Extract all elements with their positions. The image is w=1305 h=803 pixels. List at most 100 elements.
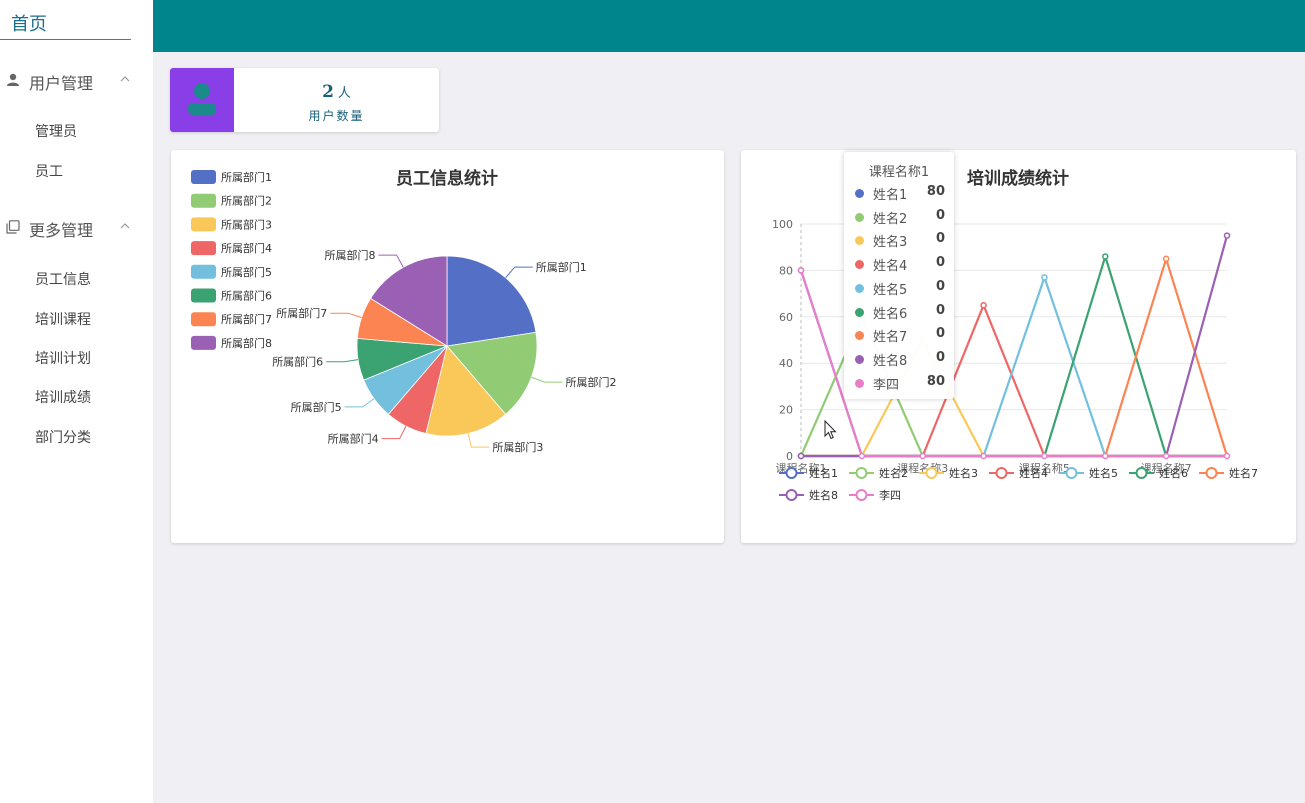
pie-slice-label: 所属部门2 <box>566 375 617 389</box>
pie-legend-swatch <box>191 193 216 208</box>
tooltip-series-dot <box>855 354 864 364</box>
sidebar-item-department[interactable]: 部门分类 <box>35 427 91 447</box>
tooltip-series-name: 姓名3 <box>873 235 908 251</box>
series-point <box>980 452 987 460</box>
sidebar-group-more-management[interactable]: 更多管理 <box>0 213 153 243</box>
pie-legend-swatch <box>191 264 216 279</box>
sidebar-item-employee[interactable]: 员工 <box>35 161 63 181</box>
employee-pie-chart: 员工信息统计 所属部门1 所属部门2 所属部门3 所属部门4 所属部门5 所属部门6 所属部… <box>191 168 617 454</box>
series-point <box>919 452 926 460</box>
user-count-label: 用户数量 <box>308 109 365 123</box>
line-legend-item[interactable]: 姓名6 <box>1129 466 1188 480</box>
line-legend-item[interactable]: 李四 <box>849 488 901 502</box>
pie-legend-label: 所属部门6 <box>221 289 272 303</box>
line-legend-item[interactable]: 姓名4 <box>989 466 1048 480</box>
tooltip-row: 姓名8 0 <box>855 350 945 369</box>
pie-legend-label: 所属部门7 <box>221 312 272 326</box>
pie-legend-item[interactable]: 所属部门1 <box>191 170 272 184</box>
pie-legend-swatch <box>191 335 216 350</box>
pie-legend-item[interactable]: 所属部门6 <box>191 288 272 303</box>
pie-label-line <box>505 266 533 279</box>
sidebar-item-employee-info[interactable]: 员工信息 <box>35 269 91 289</box>
pie-legend-item[interactable]: 所属部门7 <box>191 312 272 327</box>
pie-slice[interactable] <box>446 255 537 347</box>
tooltip-series-name: 姓名7 <box>873 330 908 346</box>
chevron-up-icon <box>120 76 130 82</box>
pie-label-line <box>381 425 407 440</box>
pie-slice-label: 所属部门4 <box>328 432 379 446</box>
tooltip-series-name: 姓名5 <box>873 282 908 298</box>
tooltip-row: 姓名6 0 <box>855 302 945 322</box>
pie-legend-label: 所属部门2 <box>221 194 272 208</box>
series-point <box>1041 274 1048 281</box>
line-legend-item[interactable]: 姓名8 <box>779 488 838 502</box>
series-point <box>1223 452 1231 460</box>
chevron-up-icon <box>120 223 130 229</box>
sidebar-item-training-course[interactable]: 培训课程 <box>35 309 91 329</box>
series-point <box>1223 232 1231 239</box>
line-legend-label: 李四 <box>879 488 901 502</box>
series-point <box>1102 452 1109 460</box>
series-point <box>797 452 805 460</box>
pie-legend-item[interactable]: 所属部门2 <box>191 193 272 208</box>
user-count-number: 2 <box>322 82 334 102</box>
tooltip-series-dot <box>855 212 864 222</box>
user-count-card[interactable]: 2人 用户数量 <box>170 68 439 132</box>
user-count-unit: 人 <box>337 86 351 101</box>
tooltip-series-name: 姓名8 <box>873 353 908 369</box>
pie-label-line <box>531 376 563 383</box>
y-tick-label: 60 <box>779 311 793 324</box>
legend-marker <box>1135 467 1148 479</box>
sidebar-group-label: 更多管理 <box>29 221 94 240</box>
line-legend-label: 姓名4 <box>1019 466 1048 480</box>
line-legend-item[interactable]: 姓名2 <box>849 466 908 480</box>
series-point <box>980 301 987 309</box>
sidebar-home[interactable]: 首页 <box>0 0 131 40</box>
employee-stats-panel: 员工信息统计 所属部门1 所属部门2 所属部门3 所属部门4 所属部门5 所属部门6 所属部… <box>171 150 724 543</box>
mouse-cursor-icon <box>824 420 837 440</box>
pie-legend-item[interactable]: 所属部门5 <box>191 264 272 279</box>
legend-marker <box>785 467 798 479</box>
tooltip-title: 课程名称1 <box>868 165 930 180</box>
y-tick-label: 100 <box>772 218 793 231</box>
tooltip-series-dot <box>855 307 864 317</box>
pie-legend-item[interactable]: 所属部门8 <box>191 335 272 350</box>
tooltip-row: 姓名2 0 <box>855 207 945 227</box>
line-legend-label: 姓名7 <box>1229 466 1258 480</box>
pie-legend-swatch <box>191 217 216 232</box>
pie-chart-title: 员工信息统计 <box>396 168 498 189</box>
sidebar-group-user-management[interactable]: 用户管理 <box>0 66 153 96</box>
pie-legend-item[interactable]: 所属部门4 <box>191 241 272 256</box>
legend-marker <box>1065 467 1078 479</box>
sidebar: 首页 用户管理 管理员 员工 更多管理 员工信息 培训课程 培训计划 培训成绩 … <box>0 0 153 803</box>
pie-legend-item[interactable]: 所属部门3 <box>191 217 272 232</box>
pie-slice-label: 所属部门8 <box>325 248 376 262</box>
line-legend-label: 姓名8 <box>809 488 838 502</box>
legend-marker <box>925 467 938 479</box>
legend-marker <box>995 467 1008 479</box>
sidebar-item-admin[interactable]: 管理员 <box>35 121 77 141</box>
pie-legend-label: 所属部门1 <box>221 170 272 184</box>
y-tick-label: 80 <box>779 264 793 277</box>
tooltip-series-value: 0 <box>935 207 945 223</box>
pie-legend-label: 所属部门3 <box>221 217 272 231</box>
user-icon <box>188 83 216 115</box>
pie-slice-label: 所属部门1 <box>536 260 587 274</box>
y-tick-label: 20 <box>779 404 793 417</box>
user-count-value: 2人 <box>234 82 439 102</box>
legend-marker <box>855 489 868 501</box>
series-point <box>1162 255 1170 263</box>
tooltip-series-value: 80 <box>926 184 945 199</box>
tooltip-series-name: 姓名2 <box>873 211 908 227</box>
line-legend-label: 姓名1 <box>809 466 838 480</box>
tooltip-series-value: 0 <box>935 231 945 247</box>
pie-label-line <box>326 359 359 363</box>
series-point <box>1102 253 1109 260</box>
line-legend-label: 姓名5 <box>1089 466 1118 480</box>
line-legend-label: 姓名2 <box>879 466 908 480</box>
pie-label-line <box>330 312 362 319</box>
sidebar-item-training-plan[interactable]: 培训计划 <box>35 348 91 368</box>
line-legend-item[interactable]: 姓名7 <box>1199 466 1258 480</box>
sidebar-item-training-score[interactable]: 培训成绩 <box>35 387 91 407</box>
tooltip-series-value: 0 <box>935 302 945 318</box>
